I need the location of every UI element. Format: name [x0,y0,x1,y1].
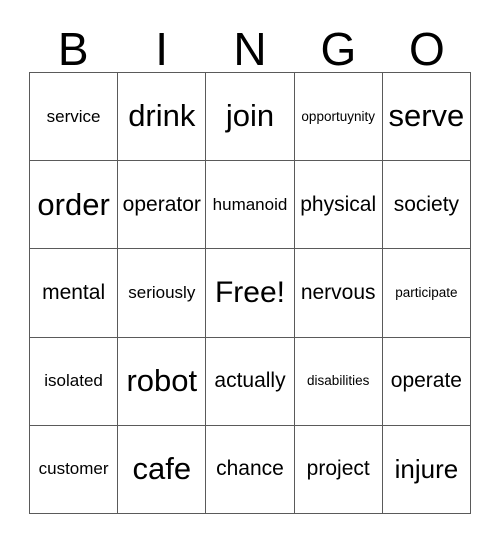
bingo-cell[interactable]: mental [30,249,119,338]
bingo-cell[interactable]: isolated [30,337,119,426]
bingo-cell-word: disabilities [307,373,370,389]
bingo-cell-word: participate [395,284,458,300]
bingo-cell[interactable]: nervous [294,249,383,338]
bingo-card: B I N G O service drink join opportuynity se… [0,0,500,544]
bingo-cell-word: robot [126,362,198,398]
bingo-cell-word: order [37,186,110,222]
bingo-cell[interactable]: drink [118,73,207,162]
bingo-cell-word: join [225,98,275,134]
bingo-cell[interactable]: service [30,73,119,162]
bingo-header-letter-o: O [408,23,445,75]
bingo-header-letter-b: B [57,23,89,75]
bingo-cell-word: actually [214,369,286,393]
bingo-cell[interactable]: serve [382,73,471,162]
bingo-cell-word: seriously [128,283,196,303]
bingo-cell-word: chance [216,457,284,481]
bingo-cell[interactable]: robot [118,337,207,426]
bingo-cell[interactable]: customer [30,425,119,514]
bingo-cell-word: operator [122,192,201,216]
bingo-cell[interactable]: society [382,161,471,250]
bingo-cell[interactable]: humanoid [206,161,295,250]
bingo-cell-word: opportuynity [301,108,375,124]
bingo-grid: service drink join opportuynity serve order op… [29,72,471,514]
bingo-cell[interactable]: opportuynity [294,73,383,162]
bingo-cell-word: service [46,106,101,126]
bingo-cell-word: isolated [44,371,103,391]
bingo-cell-word: cafe [132,451,192,487]
bingo-cell-word: injure [394,453,459,484]
bingo-cell[interactable]: seriously [118,249,207,338]
bingo-cell[interactable]: disabilities [294,337,383,426]
bingo-cell-word: operate [390,369,462,393]
bingo-cell[interactable]: physical [294,161,383,250]
bingo-cell[interactable]: cafe [118,425,207,514]
bingo-cell-word: humanoid [212,194,288,214]
bingo-cell[interactable]: chance [206,425,295,514]
bingo-cell-word: society [393,192,460,216]
bingo-cell[interactable]: join [206,73,295,162]
bingo-cell-word: nervous [300,280,376,304]
bingo-cell[interactable]: actually [206,337,295,426]
bingo-cell[interactable]: project [294,425,383,514]
bingo-cell-word: customer [38,459,109,479]
bingo-cell-word: project [306,457,370,481]
bingo-header-letter-g: G [320,23,357,75]
bingo-cell-word: physical [300,192,377,216]
bingo-cell[interactable]: injure [382,425,471,514]
bingo-header-letter-i: I [155,23,168,75]
bingo-free-space-cell[interactable]: Free! [206,249,295,338]
bingo-header-letter-n: N [233,23,267,75]
bingo-free-space-label: Free! [214,276,285,310]
bingo-cell-word: mental [42,280,106,304]
bingo-cell[interactable]: operate [382,337,471,426]
bingo-cell[interactable]: operator [118,161,207,250]
bingo-cell[interactable]: order [30,161,119,250]
bingo-cell-word: serve [388,98,465,134]
bingo-header-row: B I N G O [29,14,471,72]
bingo-cell-word: drink [128,98,196,134]
bingo-cell[interactable]: participate [382,249,471,338]
